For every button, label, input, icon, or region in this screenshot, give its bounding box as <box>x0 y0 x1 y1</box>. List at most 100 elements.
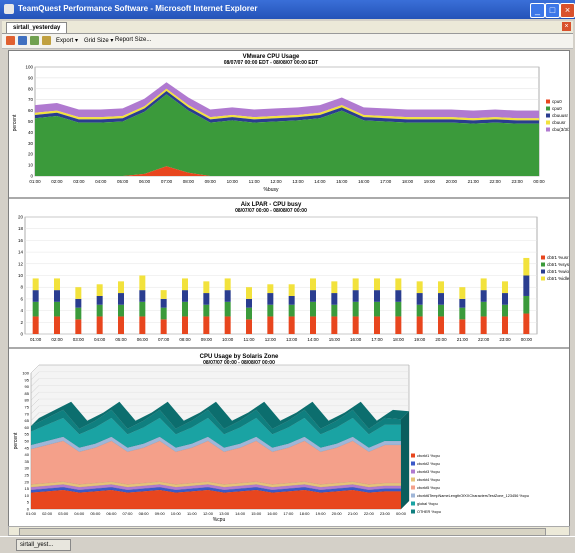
x-tick-label: 12:00 <box>203 511 214 516</box>
x-tick-label: 03:00 <box>73 179 85 184</box>
legend-swatch <box>546 106 550 111</box>
export-menu[interactable]: Export ▾ <box>56 37 78 44</box>
legend-label: cbtr1 %wio <box>547 269 569 274</box>
bar-segment <box>480 290 487 302</box>
y-tick-label: 16 <box>18 238 24 243</box>
x-tick-label: 09:00 <box>201 337 213 342</box>
y-tick-label: 20 <box>25 479 30 484</box>
bar-segment <box>267 284 274 294</box>
bar-segment <box>267 293 274 305</box>
bar-segment <box>96 304 103 317</box>
bar-segment <box>246 307 252 320</box>
minimize-button[interactable]: _ <box>530 3 545 18</box>
new-report-icon[interactable] <box>6 36 15 45</box>
y-tick-label: 70 <box>28 97 34 102</box>
x-tick-label: 16:00 <box>358 179 370 184</box>
bar-segment <box>416 293 423 305</box>
legend-swatch <box>546 99 550 104</box>
bar-segment <box>288 316 295 334</box>
legend-label: OTHER %cpu <box>417 510 441 514</box>
bar-segment <box>182 316 188 334</box>
y-tick-label: 80 <box>25 398 30 403</box>
horizontal-scrollbar[interactable] <box>8 526 570 536</box>
maximize-button[interactable]: □ <box>545 3 560 18</box>
legend-label: global %cpu <box>417 502 438 506</box>
y-tick-label: 30 <box>28 141 34 146</box>
x-tick-label: 16:00 <box>267 511 278 516</box>
bar-segment <box>310 301 316 317</box>
legend-label: cbcrkt6TempNameLengthOfXXCharactersTestZ… <box>417 494 529 498</box>
tab-close-icon[interactable]: × <box>562 22 571 31</box>
legend-swatch <box>546 113 550 118</box>
y-tick-label: 10 <box>18 273 24 278</box>
bar-segment <box>331 316 338 334</box>
x-tick-label: 07:00 <box>161 179 173 184</box>
bar-segment <box>438 293 444 305</box>
bar-segment <box>96 295 103 305</box>
legend-label: cpu0 <box>552 106 562 111</box>
x-tick-label: 23:00 <box>499 337 511 342</box>
bar-segment <box>395 316 402 334</box>
bar-segment <box>459 307 466 320</box>
x-tick-label: 06:00 <box>106 511 117 516</box>
scrollbar-thumb[interactable] <box>19 528 546 536</box>
bar-segment <box>54 301 60 317</box>
grid-size-menu[interactable]: Grid Size ▾ <box>84 37 113 44</box>
app-icon <box>4 4 14 14</box>
x-tick-label: 14:00 <box>307 337 319 342</box>
bar-segment <box>160 298 167 308</box>
bar-segment <box>139 290 146 302</box>
bar-segment <box>310 290 316 302</box>
x-tick-label: 05:00 <box>115 337 127 342</box>
bar-segment <box>75 319 82 334</box>
bar-segment <box>246 298 252 308</box>
x-tick-label: 13:00 <box>219 511 230 516</box>
x-tick-label: 22:00 <box>490 179 502 184</box>
bar-segment <box>267 304 274 317</box>
x-tick-label: 21:00 <box>348 511 359 516</box>
x-tick-label: 05:00 <box>90 511 101 516</box>
report-tab[interactable]: sirtall_yesterday <box>6 22 68 33</box>
y-tick-label: 80 <box>28 86 34 91</box>
save-icon[interactable] <box>18 36 27 45</box>
x-tick-label: 20:00 <box>332 511 343 516</box>
report-tab-bar: sirtall_yesterday × <box>2 21 573 34</box>
legend-swatch <box>411 493 415 498</box>
x-tick-label: 01:00 <box>30 337 42 342</box>
bar-segment <box>96 284 103 296</box>
legend-label: cbu(3/3/3) <box>552 127 569 132</box>
taskbar-item[interactable]: sirtall_yest... <box>16 539 71 551</box>
refresh-icon[interactable] <box>42 36 51 45</box>
bar-segment <box>480 278 487 291</box>
chart-subtitle: 08/07/07 00:00 EDT - 08/08/07 00:00 EDT <box>224 60 319 66</box>
bar-segment <box>246 319 252 334</box>
bar-segment <box>203 293 210 305</box>
x-tick-label: 23:00 <box>511 179 523 184</box>
y-tick-label: 5 <box>27 500 30 505</box>
bar-segment <box>438 316 444 334</box>
y-tick-label: 35 <box>25 459 30 464</box>
x-tick-label: 13:00 <box>286 337 298 342</box>
legend-swatch <box>541 276 545 281</box>
bar-segment <box>523 257 530 276</box>
x-tick-label: 17:00 <box>283 511 294 516</box>
report-size-button[interactable]: Report Size... <box>115 37 151 43</box>
x-tick-label: 20:00 <box>446 179 458 184</box>
x-tick-label: 06:00 <box>139 179 151 184</box>
x-tick-label: 11:00 <box>249 179 260 184</box>
x-tick-label: 04:00 <box>74 511 85 516</box>
y-tick-label: 20 <box>28 152 34 157</box>
y-tick-label: 55 <box>25 432 30 437</box>
y-tick-label: 60 <box>28 108 34 113</box>
bar-segment <box>224 316 231 334</box>
y-tick-label: 25 <box>25 473 30 478</box>
bar-segment <box>438 304 444 317</box>
close-button[interactable]: × <box>560 3 575 18</box>
bar-segment <box>374 278 380 291</box>
legend-label: cbuuusr <box>552 113 569 118</box>
legend-label: cbcrkt2 %cpu <box>417 462 440 466</box>
print-icon[interactable] <box>30 36 39 45</box>
y-tick-label: 50 <box>25 439 30 444</box>
x-tick-label: 04:00 <box>95 179 107 184</box>
vmware-cpu-panel: VMware CPU Usage 08/07/07 00:00 EDT - 08… <box>9 51 573 199</box>
